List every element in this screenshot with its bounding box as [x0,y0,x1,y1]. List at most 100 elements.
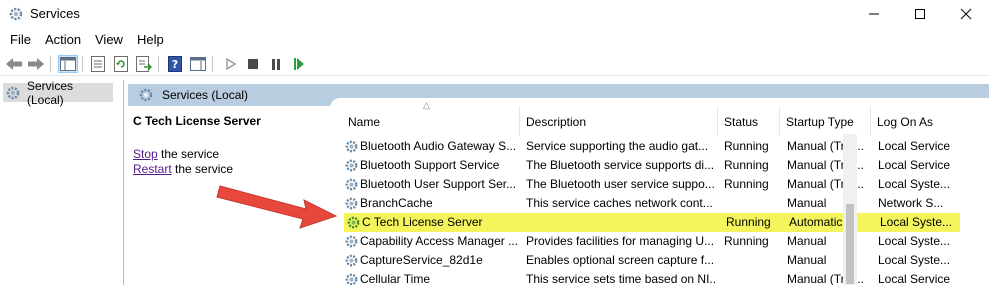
restart-service-button[interactable] [289,55,309,73]
toolbar-separator [82,56,83,72]
forward-button[interactable] [26,55,46,73]
column-header-startup-type[interactable]: Startup Type [780,106,871,136]
console-tree-icon [60,57,76,71]
service-status: Running [726,215,771,229]
restart-line: Restart the service [133,162,233,176]
service-name: BranchCache [360,196,433,210]
minimize-button[interactable] [851,0,897,28]
help-book-icon: ? [168,56,182,72]
service-gear-icon [345,197,358,210]
service-description: Enables optional screen capture f... [526,253,715,267]
service-row[interactable]: Bluetooth User Support Ser... The Bluetoo… [342,175,962,194]
export-list-icon [136,56,152,72]
service-status: Running [724,177,769,191]
service-log-on-as: Local Service [878,158,951,172]
column-header-log-on-as[interactable]: Log On As [871,106,951,136]
service-status: Running [724,158,769,172]
refresh-icon [114,56,128,72]
minimize-icon [869,13,879,15]
vertical-scrollbar[interactable] [843,134,857,285]
close-icon [960,8,972,20]
panel-title: Services (Local) [162,88,249,102]
service-row[interactable]: CaptureService_82d1e Enables optional scr… [342,251,962,270]
maximize-icon [915,9,925,19]
service-log-on-as: Local Syste... [878,177,951,191]
service-startup-type: Automatic [789,215,843,229]
service-row[interactable]: BranchCache This service caches network c… [342,194,962,213]
tree-item-services-local[interactable]: Services (Local) [3,79,113,107]
toolbar: ? [0,52,989,76]
stop-icon [248,59,258,69]
service-row[interactable]: Bluetooth Audio Gateway S... Service supp… [342,137,962,156]
service-name: Bluetooth Audio Gateway S... [360,139,517,153]
restart-service-link[interactable]: Restart [133,162,172,176]
service-row[interactable]: Cellular Time This service sets time base… [342,270,962,285]
service-name: Bluetooth User Support Ser... [360,177,517,191]
service-description: Provides facilities for managing U... [526,234,715,248]
service-log-on-as: Local Syste... [878,234,951,248]
service-gear-icon [345,140,358,153]
menu-action[interactable]: Action [45,32,81,47]
maximize-button[interactable] [897,0,943,28]
properties-button[interactable] [88,55,108,73]
service-startup-type: Manual (Trig... [787,158,864,172]
service-row[interactable]: Bluetooth Support Service The Bluetooth s… [342,156,962,175]
properties-icon [91,56,105,72]
service-description: This service sets time based on NI... [526,272,716,285]
scrollbar-thumb[interactable] [846,204,854,284]
service-description: The Bluetooth service supports di... [526,158,715,172]
console-tree: Services (Local) [0,79,124,285]
start-service-button[interactable] [221,55,241,73]
restart-suffix: the service [171,162,234,176]
menu-file[interactable]: File [10,32,31,47]
service-startup-type: Manual [787,196,827,210]
export-list-button[interactable] [134,55,154,73]
column-header-status[interactable]: Status [718,106,780,136]
service-gear-icon [345,254,358,267]
service-log-on-as: Local Syste... [878,253,951,267]
action-pane-icon [190,57,206,71]
window-title: Services [30,6,80,21]
svg-text:?: ? [172,58,178,71]
service-description: This service caches network cont... [526,196,713,210]
service-gear-icon [345,235,358,248]
menu-bar: File Action View Help [0,30,989,50]
services-panel: Services (Local) C Tech License Server S… [128,84,989,285]
close-button[interactable] [943,0,989,28]
service-description: The Bluetooth user service suppo... [526,177,715,191]
stop-line: Stop the service [133,147,219,161]
toolbar-separator [158,56,159,72]
back-button[interactable] [4,55,24,73]
pause-service-button[interactable] [266,55,286,73]
help-button[interactable]: ? [165,55,185,73]
forward-arrow-icon [28,58,44,70]
column-header-description[interactable]: Description [520,106,718,136]
service-startup-type: Manual (Trig... [787,139,864,153]
stop-service-link[interactable]: Stop [133,147,158,161]
service-row[interactable]: C Tech License Server Running Automatic Loc… [344,213,960,232]
selected-service-name: C Tech License Server [133,114,261,128]
service-gear-icon [347,216,360,229]
service-status: Running [724,234,769,248]
service-startup-type: Manual [787,253,827,267]
play-icon [226,58,236,70]
menu-view[interactable]: View [95,32,123,47]
service-startup-type: Manual [787,234,827,248]
show-action-pane-button[interactable] [188,55,208,73]
service-gear-icon [345,178,358,191]
restart-icon [294,58,304,70]
menu-help[interactable]: Help [137,32,164,47]
show-hide-console-tree-button[interactable] [58,55,78,73]
toolbar-separator [212,56,213,72]
refresh-button[interactable] [111,55,131,73]
service-row[interactable]: Capability Access Manager ... Provides fa… [342,232,962,251]
column-header-name[interactable]: Name [342,106,520,136]
service-status: Running [724,139,769,153]
service-startup-type: Manual (Trig... [787,177,864,191]
stop-service-button[interactable] [243,55,263,73]
service-detail-pane: C Tech License Server Stop the service R… [128,106,328,285]
pause-icon [272,58,280,70]
service-log-on-as: Local Service [878,139,951,153]
service-name: Cellular Time [360,272,431,285]
stop-suffix: the service [157,147,220,161]
